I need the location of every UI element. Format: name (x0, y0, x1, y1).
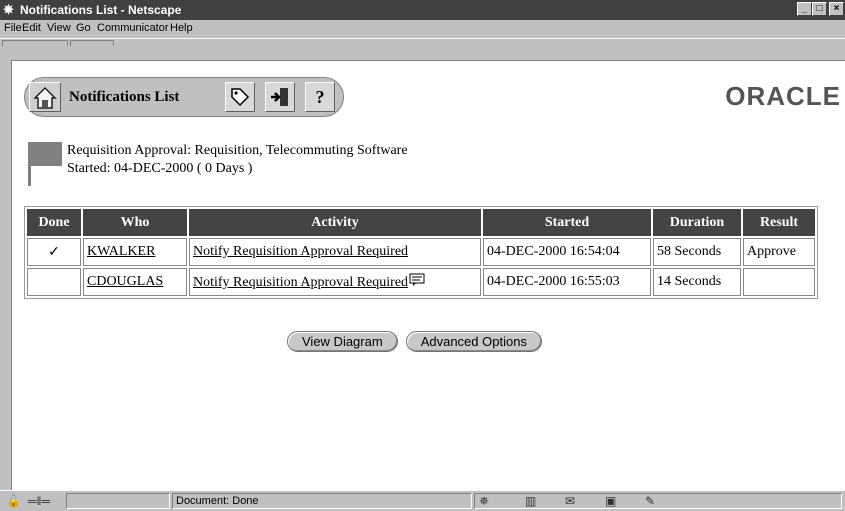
toolbar-tab-strip (0, 38, 845, 60)
menu-help[interactable]: Help (170, 22, 193, 34)
exit-door-icon (271, 88, 288, 106)
page-content: Notifications List ? ORACLE Requisition … (11, 60, 845, 490)
who-link[interactable]: CDOUGLAS (87, 274, 163, 289)
oracle-logo: ORACLE (725, 81, 841, 111)
flag-icon (28, 142, 62, 186)
window-title: Notifications List - Netscape (20, 3, 182, 17)
response-icon[interactable] (409, 273, 425, 287)
duration-cell: 14 Seconds (653, 268, 741, 296)
window-title-bar: ✵ Notifications List - Netscape _ □ × (0, 0, 845, 20)
window-controls: _ □ × (797, 2, 844, 16)
navigator-icon[interactable]: ✵ (479, 494, 489, 508)
app-toolbar: Notifications List ? (24, 77, 344, 117)
minimize-button[interactable]: _ (797, 2, 812, 16)
maximize-button[interactable]: □ (812, 2, 827, 16)
location-toolbar-tab[interactable] (70, 40, 114, 46)
toolbar-title: Notifications List (69, 89, 180, 105)
advanced-options-button[interactable]: Advanced Options (405, 331, 542, 352)
done-checkmark-icon: ✓ (27, 238, 81, 266)
action-buttons: View Diagram Advanced Options (287, 331, 542, 352)
help-icon: ? (315, 87, 325, 107)
progress-area (66, 493, 170, 509)
netscape-icon: ✵ (3, 2, 14, 17)
who-cell: KWALKER (83, 238, 187, 266)
exit-button[interactable] (265, 82, 295, 112)
done-cell (27, 268, 81, 296)
reassign-button[interactable] (225, 82, 255, 112)
menu-view[interactable]: View (47, 22, 71, 34)
tag-icon (231, 88, 250, 107)
security-lock-icon[interactable]: 🔓 (6, 494, 21, 508)
navigation-toolbar-tab[interactable] (2, 40, 68, 46)
home-button[interactable] (29, 82, 61, 112)
table-row: CDOUGLAS Notify Requisition Approval Req… (27, 268, 815, 296)
menu-edit[interactable]: Edit (22, 22, 41, 34)
header-duration: Duration (653, 209, 741, 236)
view-diagram-button[interactable]: View Diagram (287, 331, 398, 352)
home-icon (33, 86, 57, 109)
activity-cell: Notify Requisition Approval Required (189, 268, 481, 296)
status-text: Document: Done (172, 493, 472, 509)
mailbox-icon[interactable]: ▥ (525, 494, 536, 508)
table-header-row: Done Who Activity Started Duration Resul… (27, 209, 815, 236)
help-button[interactable]: ? (305, 82, 335, 112)
result-cell (743, 268, 815, 296)
activity-link[interactable]: Notify Requisition Approval Required (193, 275, 408, 290)
notifications-table: Done Who Activity Started Duration Resul… (24, 206, 818, 299)
result-cell: Approve (743, 238, 815, 266)
started-cell: 04-DEC-2000 16:55:03 (483, 268, 651, 296)
composer-icon[interactable]: ▣ (605, 494, 616, 508)
started-cell: 04-DEC-2000 16:54:04 (483, 238, 651, 266)
header-started: Started (483, 209, 651, 236)
menu-go[interactable]: Go (76, 22, 91, 34)
menu-file[interactable]: File (4, 22, 22, 34)
process-started: Started: 04-DEC-2000 ( 0 Days ) (67, 161, 253, 176)
duration-cell: 58 Seconds (653, 238, 741, 266)
table-row: ✓ KWALKER Notify Requisition Approval Re… (27, 238, 815, 266)
component-bar: ✵ ▥ ✉ ▣ ✎ (474, 493, 842, 509)
edit-icon[interactable]: ✎ (645, 494, 655, 508)
header-activity: Activity (189, 209, 481, 236)
connection-icon: ═ǁ═ (28, 494, 50, 508)
menu-bar: File Edit View Go Communicator Help (0, 20, 845, 38)
who-cell: CDOUGLAS (83, 268, 187, 296)
close-button[interactable]: × (829, 2, 844, 16)
menu-communicator[interactable]: Communicator (97, 22, 169, 34)
activity-cell: Notify Requisition Approval Required (189, 238, 481, 266)
header-done: Done (27, 209, 81, 236)
discussion-icon[interactable]: ✉ (565, 494, 575, 508)
process-title: Requisition Approval: Requisition, Telec… (67, 143, 408, 158)
status-bar: 🔓 ═ǁ═ Document: Done ✵ ▥ ✉ ▣ ✎ (0, 490, 845, 511)
who-link[interactable]: KWALKER (87, 244, 155, 259)
header-who: Who (83, 209, 187, 236)
header-result: Result (743, 209, 815, 236)
activity-link[interactable]: Notify Requisition Approval Required (193, 244, 408, 259)
